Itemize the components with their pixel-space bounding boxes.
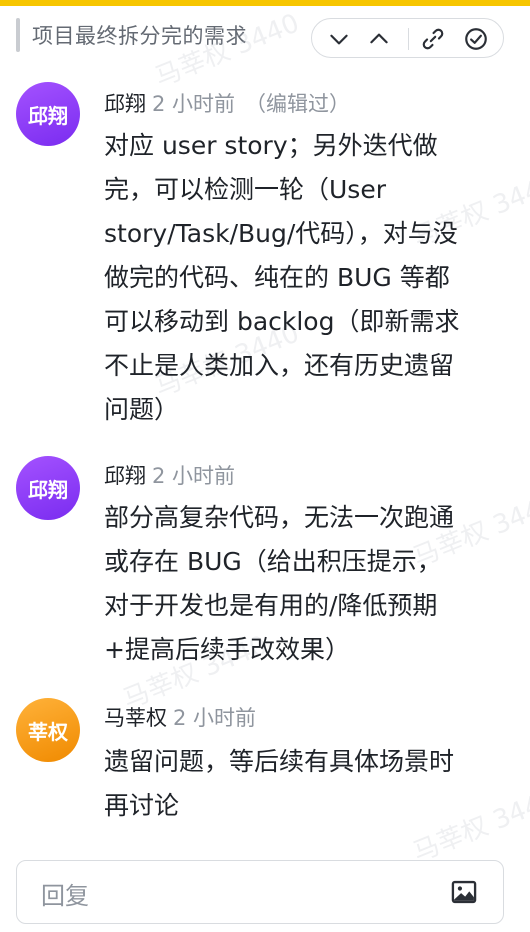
avatar[interactable]: 莘权: [16, 698, 80, 762]
reply-placeholder: 回复: [41, 882, 89, 910]
next-comment-button[interactable]: [318, 19, 360, 59]
comment-line: story/Task/Bug/代码），对与没: [104, 219, 458, 248]
quote-bar: [16, 18, 20, 52]
avatar[interactable]: 邱翔: [16, 456, 80, 520]
comment-author[interactable]: 马莘权: [104, 706, 167, 730]
comment-line: 可以移动到 backlog（即新需求: [104, 307, 460, 336]
comment-line: 对应 user story；另外迭代做: [104, 131, 438, 160]
comment-item: 邱翔 邱翔 2 小时前 部分高复杂代码，无法一次跑通 或存在 BUG（给出积压提示…: [0, 456, 530, 686]
comment-line: 做完的代码、纯在的 BUG 等都: [104, 263, 450, 292]
comment-line: 不止是人类加入，还有历史遗留: [104, 351, 455, 380]
chevron-down-icon: [330, 34, 348, 45]
comment-line: 部分高复杂代码，无法一次跑通: [104, 503, 455, 532]
comment-time: 2 小时前: [152, 464, 236, 488]
resolve-button[interactable]: [455, 19, 497, 59]
avatar[interactable]: 邱翔: [16, 82, 80, 146]
comment-meta: 邱翔 2 小时前 （编辑过）: [104, 88, 350, 118]
insert-image-button[interactable]: [447, 875, 481, 909]
image-icon: [451, 880, 477, 904]
comment-thread-header: 项目最终拆分完的需求: [0, 6, 530, 66]
comment-time: 2 小时前: [152, 92, 236, 116]
chevron-up-icon: [370, 33, 388, 44]
check-circle-icon: [465, 28, 487, 50]
comment-meta: 马莘权 2 小时前: [104, 702, 256, 732]
comment-line: +提高后续手改效果）: [104, 635, 350, 664]
comment-line: 再讨论: [104, 791, 180, 820]
toolbar-divider: [408, 28, 409, 50]
comment-line: 或存在 BUG（给出积压提示，: [104, 547, 442, 576]
comment-author[interactable]: 邱翔: [104, 464, 146, 488]
comment-author[interactable]: 邱翔: [104, 92, 146, 116]
comment-meta: 邱翔 2 小时前: [104, 460, 235, 490]
comment-body: 对应 user story；另外迭代做 完，可以检测一轮（User story/…: [104, 124, 510, 432]
thread-title: 项目最终拆分完的需求: [32, 24, 247, 48]
comment-item: 邱翔 邱翔 2 小时前 （编辑过） 对应 user story；另外迭代做 完，可以…: [0, 82, 530, 442]
thread-toolbar: [311, 18, 504, 58]
copy-link-button[interactable]: [412, 19, 454, 59]
comment-time: 2 小时前: [173, 706, 257, 730]
reply-input[interactable]: 回复: [16, 860, 504, 924]
comment-line: 完，可以检测一轮（User: [104, 175, 386, 204]
comment-line: 对于开发也是有用的/降低预期: [104, 591, 438, 620]
prev-comment-button[interactable]: [358, 19, 400, 59]
comment-line: 遗留问题，等后续有具体场景时: [104, 747, 455, 776]
comment-body: 部分高复杂代码，无法一次跑通 或存在 BUG（给出积压提示， 对于开发也是有用的…: [104, 496, 510, 672]
comment-line: 问题）: [104, 395, 180, 424]
edited-label: （编辑过）: [245, 92, 351, 116]
link-icon: [422, 28, 444, 50]
comment-item: 莘权 马莘权 2 小时前 遗留问题，等后续有具体场景时 再讨论: [0, 698, 530, 838]
comment-body: 遗留问题，等后续有具体场景时 再讨论: [104, 740, 510, 828]
